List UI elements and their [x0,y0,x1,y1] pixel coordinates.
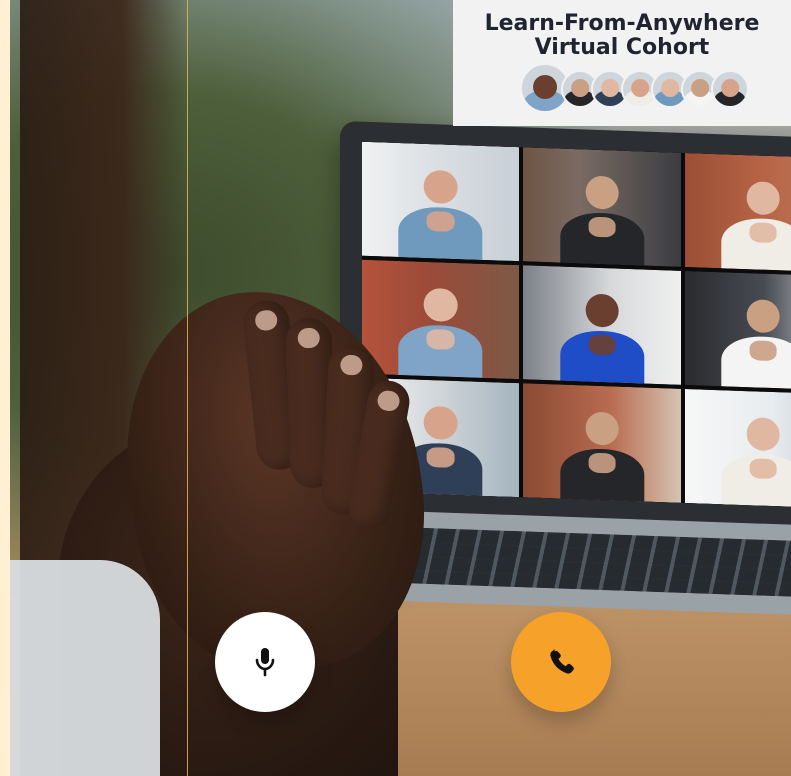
banner-title-line-2: Virtual Cohort [534,35,710,60]
avatar-face [691,79,709,98]
avatar-face [533,75,557,100]
participant-head [746,298,780,334]
participant-head [585,411,619,446]
vertical-guide-line [187,0,188,776]
avatar [711,70,749,108]
participant [392,159,490,260]
phone-icon [544,645,578,679]
cohort-banner: Learn-From-Anywhere Virtual Cohort [453,0,791,126]
participant [553,400,651,502]
microphone-icon [249,645,281,679]
participant-head [746,416,780,452]
avatar-face [631,79,649,98]
participant-hands [749,340,777,361]
video-tile [362,141,520,262]
fingernail [339,354,363,376]
fingernail [375,389,402,413]
participant-hands [427,210,455,232]
participant-hands [749,222,777,243]
participant [715,170,791,272]
fingernail [254,309,279,332]
avatar-stack [519,62,759,114]
banner-title: Learn-From-Anywhere Virtual Cohort [453,12,791,60]
participant-hands [588,334,616,356]
video-tile [684,270,791,391]
participant [392,277,490,378]
participant-head [746,180,780,216]
call-button[interactable] [511,612,611,712]
foreground-shirt [10,560,160,776]
video-conference-screen [362,141,791,509]
laptop-keyboard [370,510,791,617]
fingernail [297,327,321,349]
participant [715,288,791,390]
participant-hands [427,446,455,468]
participant-head [585,175,619,210]
video-tile [523,147,681,267]
keyboard-keys [404,527,791,599]
participant [553,164,651,266]
microphone-button[interactable] [215,612,315,712]
avatar-face [721,79,739,98]
participant-hands [588,452,616,474]
banner-title-line-1: Learn-From-Anywhere [484,11,760,36]
avatar-face [571,79,589,98]
avatar-face [661,79,679,98]
meeting-screenshot: Learn-From-Anywhere Virtual Cohort [0,0,791,776]
avatar-face [601,79,619,98]
video-tile [523,265,681,385]
participant-head [424,287,458,323]
video-tile [684,152,791,273]
participant-head [424,405,458,441]
participant-hands [749,458,777,479]
participant-head [585,293,619,328]
video-tile [362,259,520,380]
participant [715,406,791,508]
video-tile [523,383,681,503]
video-tile [684,388,791,509]
participant-hands [588,216,616,238]
participant [553,282,651,384]
video-grid [362,141,791,509]
participant-hands [427,328,455,350]
left-decorative-stripe [0,0,10,776]
participant-head [424,169,458,205]
